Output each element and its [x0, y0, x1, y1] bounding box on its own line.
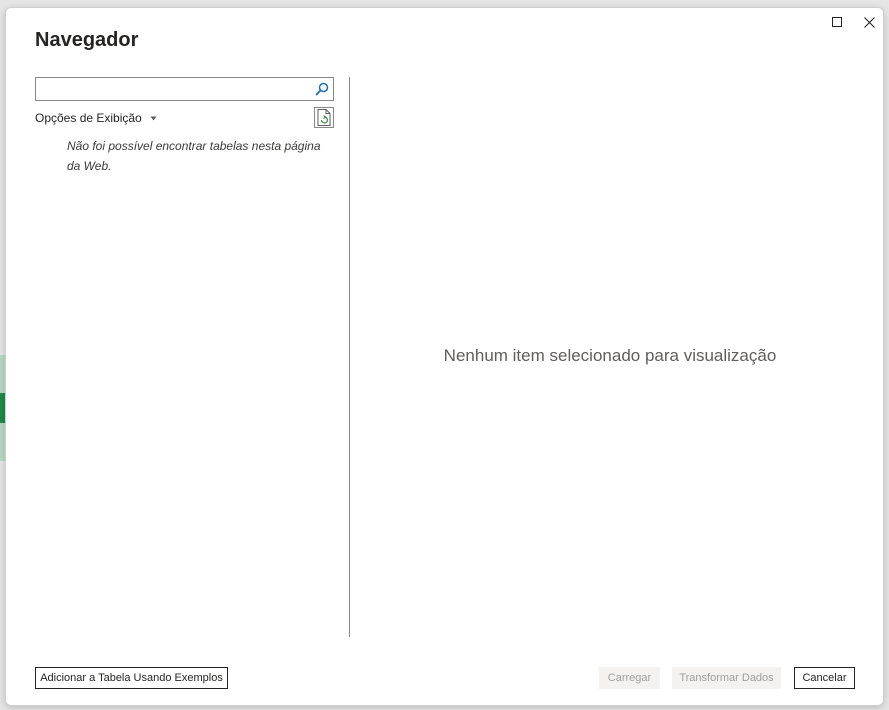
load-button[interactable]: Carregar	[599, 667, 660, 689]
add-table-using-examples-button[interactable]: Adicionar a Tabela Usando Exemplos	[35, 667, 228, 689]
caret-down-icon	[150, 116, 157, 120]
cancel-button[interactable]: Cancelar	[794, 667, 855, 689]
close-button[interactable]	[854, 10, 884, 34]
refresh-button[interactable]	[314, 107, 334, 128]
maximize-icon	[832, 17, 842, 27]
display-options-label: Opções de Exibição	[35, 111, 142, 125]
refresh-page-icon	[317, 109, 331, 126]
search-box[interactable]	[35, 77, 334, 101]
close-icon	[863, 16, 875, 28]
maximize-button[interactable]	[822, 10, 852, 34]
search-input[interactable]	[36, 78, 306, 100]
transform-data-button[interactable]: Transformar Dados	[672, 667, 781, 689]
preview-empty-message: Nenhum item selecionado para visualizaçã…	[443, 346, 777, 365]
dialog-title: Navegador	[35, 29, 139, 51]
navigator-dialog: Navegador Opções de Exibição Não foi pos…	[5, 7, 884, 706]
no-tables-message: Não foi possível encontrar tabelas nesta…	[67, 139, 321, 173]
search-icon[interactable]	[314, 81, 330, 97]
display-options-dropdown[interactable]: Opções de Exibição	[35, 111, 157, 125]
